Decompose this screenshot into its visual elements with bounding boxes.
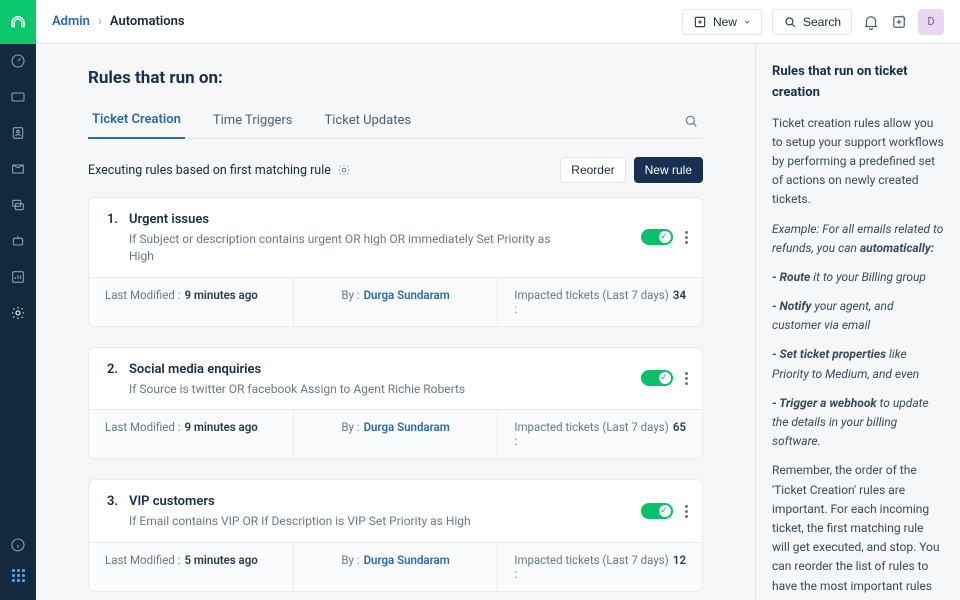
rule-author[interactable]: Durga Sundaram	[364, 553, 450, 581]
rule-modified: 5 minutes ago	[184, 553, 257, 581]
search-button-label: Search	[803, 15, 841, 29]
user-avatar[interactable]: D	[918, 9, 944, 35]
rule-description: If Subject or description contains urgen…	[129, 231, 559, 265]
rule-card[interactable]: 3. VIP customers If Email contains VIP O…	[88, 479, 703, 592]
info-icon[interactable]	[9, 536, 27, 554]
info-bullet: - Notify your agent, and customer via em…	[772, 297, 944, 335]
rule-toggle[interactable]: ✓	[641, 370, 673, 386]
tab-ticket-updates[interactable]: Ticket Updates	[321, 105, 416, 138]
rule-number: 1.	[107, 212, 121, 227]
rule-modified: 9 minutes ago	[184, 420, 257, 448]
rule-title: VIP customers	[129, 494, 215, 509]
rule-author[interactable]: Durga Sundaram	[364, 288, 450, 316]
breadcrumb: Admin › Automations	[52, 14, 185, 29]
reorder-button[interactable]: Reorder	[560, 157, 625, 183]
tickets-icon[interactable]	[9, 88, 27, 106]
solutions-icon[interactable]	[9, 160, 27, 178]
forums-icon[interactable]	[9, 196, 27, 214]
rule-card[interactable]: 1. Urgent issues If Subject or descripti…	[88, 197, 703, 327]
gear-icon[interactable]	[337, 163, 351, 177]
search-icon	[783, 15, 797, 29]
brand-logo[interactable]	[0, 0, 36, 44]
tabs: Ticket Creation Time Triggers Ticket Upd…	[88, 104, 703, 139]
rule-impacted-count: 34	[673, 288, 686, 316]
execution-mode-text: Executing rules based on first matching …	[88, 163, 331, 178]
admin-settings-icon[interactable]	[9, 304, 27, 322]
info-bullet: - Route it to your Billing group	[772, 268, 944, 287]
new-button-label: New	[713, 15, 737, 29]
rule-description: If Email contains VIP OR If Description …	[129, 513, 559, 530]
info-bullet: - Trigger a webhook to update the detail…	[772, 394, 944, 452]
rule-number: 2.	[107, 362, 121, 377]
rule-menu-icon[interactable]	[685, 372, 688, 385]
topbar: Admin › Automations New Search	[36, 0, 960, 44]
tab-ticket-creation[interactable]: Ticket Creation	[88, 104, 185, 139]
rule-description: If Source is twitter OR facebook Assign …	[129, 381, 559, 398]
new-dropdown-button[interactable]: New	[682, 9, 762, 35]
rule-menu-icon[interactable]	[685, 231, 688, 244]
info-example: Example: For all emails related to refun…	[772, 220, 944, 258]
apps-grid-icon[interactable]	[11, 568, 25, 582]
rule-title: Social media enquiries	[129, 362, 261, 377]
rule-author[interactable]: Durga Sundaram	[364, 420, 450, 448]
breadcrumb-current: Automations	[110, 14, 185, 29]
dashboard-icon[interactable]	[9, 52, 27, 70]
chevron-down-icon	[743, 18, 751, 26]
info-bullet: - Set ticket properties like Priority to…	[772, 345, 944, 383]
rule-impacted-count: 12	[673, 553, 686, 581]
reports-icon[interactable]	[9, 268, 27, 286]
info-title: Rules that run on ticket creation	[772, 62, 944, 104]
tab-time-triggers[interactable]: Time Triggers	[209, 105, 297, 138]
rule-modified: 9 minutes ago	[184, 288, 257, 316]
rule-menu-icon[interactable]	[685, 505, 688, 518]
info-paragraph: Remember, the order of the 'Ticket Creat…	[772, 461, 944, 600]
rule-number: 3.	[107, 494, 121, 509]
rules-list: 1. Urgent issues If Subject or descripti…	[88, 197, 703, 600]
whats-new-icon[interactable]	[890, 13, 908, 31]
new-rule-button[interactable]: New rule	[634, 157, 703, 183]
chevron-right-icon: ›	[98, 14, 102, 29]
page-title: Rules that run on:	[88, 68, 703, 88]
info-paragraph: Ticket creation rules allow you to setup…	[772, 114, 944, 210]
bot-icon[interactable]	[9, 232, 27, 250]
rule-impacted-count: 65	[673, 420, 686, 448]
info-panel: Rules that run on ticket creation Ticket…	[755, 44, 960, 600]
search-rules-icon[interactable]	[679, 109, 703, 133]
rule-toggle[interactable]: ✓	[641, 229, 673, 245]
contacts-icon[interactable]	[9, 124, 27, 142]
rule-card[interactable]: 2. Social media enquiries If Source is t…	[88, 347, 703, 460]
notifications-icon[interactable]	[862, 13, 880, 31]
rule-toggle[interactable]: ✓	[641, 503, 673, 519]
rule-title: Urgent issues	[129, 212, 209, 227]
search-button[interactable]: Search	[772, 9, 852, 35]
side-rail	[0, 0, 36, 600]
breadcrumb-root[interactable]: Admin	[52, 14, 90, 29]
